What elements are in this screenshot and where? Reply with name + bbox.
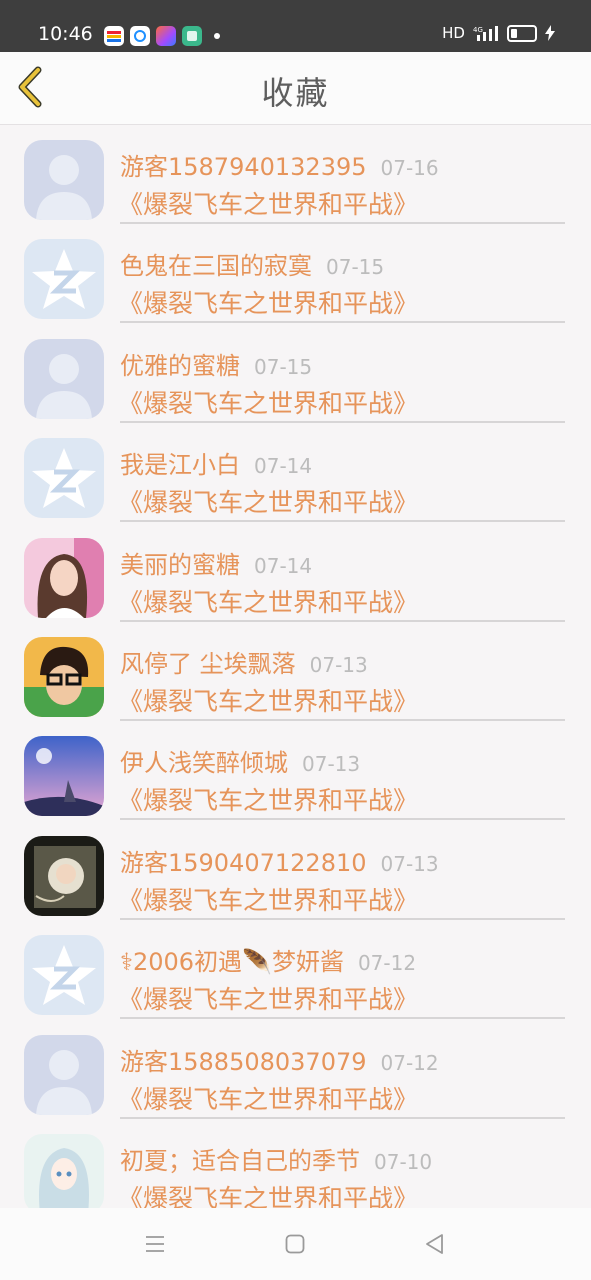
favorite-date: 07-16	[380, 156, 439, 180]
home-square-icon[interactable]	[283, 1232, 307, 1256]
app-header: 收藏	[0, 52, 591, 125]
game-title[interactable]: 《爆裂飞车之世界和平战》	[118, 682, 418, 718]
status-system-icons: HD 4G	[442, 24, 555, 42]
favorite-date: 07-15	[326, 255, 385, 280]
favorite-item[interactable]: 伊人浅笑醉倾城 07-13 《爆裂飞车之世界和平战》	[0, 721, 591, 821]
avatar[interactable]	[24, 1034, 104, 1115]
favorite-date: 07-15	[254, 354, 313, 379]
avatar[interactable]	[24, 537, 104, 618]
charging-bolt-icon	[545, 25, 555, 41]
avatar[interactable]	[24, 438, 104, 519]
user-name-text: 游客1587940132395	[120, 153, 367, 181]
game-title[interactable]: 《爆裂飞车之世界和平战》	[118, 284, 418, 320]
favorite-date: 07-13	[302, 752, 361, 777]
user-name: 美丽的蜜糖 07-14	[120, 545, 312, 580]
user-name-text: 游客1588508037079	[120, 1047, 367, 1076]
favorite-item[interactable]: 美丽的蜜糖 07-14 《爆裂飞车之世界和平战》	[0, 523, 591, 622]
favorite-item[interactable]: 色鬼在三国的寂寞 07-15 《爆裂飞车之世界和平战》	[0, 224, 591, 324]
user-name: 游客1587940132395 07-16	[120, 147, 439, 182]
favorite-item[interactable]: 游客1587940132395 07-16 《爆裂飞车之世界和平战》	[0, 125, 591, 224]
more-notifications-dot-icon	[214, 33, 220, 39]
game-title[interactable]: 《爆裂飞车之世界和平战》	[118, 781, 418, 817]
user-name: 游客1588508037079 07-12	[120, 1042, 439, 1077]
favorite-date: 07-13	[309, 652, 368, 677]
avatar[interactable]	[24, 338, 104, 419]
network-label: HD	[442, 24, 465, 42]
user-name-text: 初夏；适合自己的季节	[120, 1146, 360, 1175]
user-name: 色鬼在三国的寂寞 07-15	[120, 246, 384, 281]
favorite-date: 07-14	[254, 454, 313, 479]
favorite-item[interactable]: 优雅的蜜糖 07-15 《爆裂飞车之世界和平战》	[0, 324, 591, 423]
favorite-date: 07-14	[254, 553, 313, 578]
user-name-text: 游客1590407122810	[120, 848, 367, 877]
user-name-text: 优雅的蜜糖	[120, 351, 240, 380]
game-title[interactable]: 《爆裂飞车之世界和平战》	[118, 185, 418, 221]
battery-icon	[507, 24, 537, 42]
user-name-text: 风停了 尘埃飘落	[120, 649, 296, 678]
user-name-text: ⚕2006初遇🪶梦妍酱	[120, 948, 344, 977]
app-notification-icon	[182, 26, 202, 46]
favorite-date: 07-12	[380, 1050, 439, 1075]
page-title: 收藏	[261, 74, 330, 112]
user-name: 我是江小白 07-14	[120, 445, 312, 480]
avatar[interactable]	[24, 239, 104, 320]
game-title[interactable]: 《爆裂飞车之世界和平战》	[118, 881, 418, 917]
favorite-item[interactable]: 风停了 尘埃飘落 07-13 《爆裂飞车之世界和平战》	[0, 622, 591, 721]
user-name: 伊人浅笑醉倾城 07-13	[120, 743, 360, 778]
app-notification-icon	[104, 26, 124, 46]
avatar[interactable]	[24, 140, 104, 220]
user-name: ⚕2006初遇🪶梦妍酱 07-12	[120, 942, 416, 977]
favorite-item[interactable]: 初夏；适合自己的季节 07-10 《爆裂飞车之世界和平战》	[0, 1119, 591, 1208]
app-notification-icon	[130, 26, 150, 46]
game-title[interactable]: 《爆裂飞车之世界和平战》	[118, 1080, 418, 1116]
status-time: 10:46	[38, 23, 93, 45]
system-navigation-bar	[0, 1208, 591, 1280]
avatar[interactable]	[24, 935, 104, 1016]
user-name: 游客1590407122810 07-13	[120, 843, 439, 878]
menu-icon[interactable]	[143, 1232, 167, 1256]
favorite-date: 07-13	[380, 851, 439, 876]
favorites-list: 游客1587940132395 07-16 《爆裂飞车之世界和平战》 色鬼在三国的寂寞…	[0, 125, 591, 1208]
user-name: 优雅的蜜糖 07-15	[120, 346, 312, 381]
svg-text:4G: 4G	[473, 26, 483, 34]
favorite-item[interactable]: 游客1590407122810 07-13 《爆裂飞车之世界和平战》	[0, 821, 591, 920]
avatar[interactable]	[24, 1133, 104, 1208]
status-notification-icons	[104, 26, 220, 46]
favorite-date: 07-10	[374, 1149, 433, 1174]
favorite-item[interactable]: 游客1588508037079 07-12 《爆裂飞车之世界和平战》	[0, 1020, 591, 1119]
game-title[interactable]: 《爆裂飞车之世界和平战》	[118, 1179, 418, 1208]
game-title[interactable]: 《爆裂飞车之世界和平战》	[118, 384, 418, 420]
favorite-date: 07-12	[357, 951, 417, 976]
user-name-text: 我是江小白	[120, 451, 240, 480]
user-name: 风停了 尘埃飘落 07-13	[120, 644, 368, 679]
avatar[interactable]	[24, 835, 104, 916]
avatar[interactable]	[24, 636, 104, 717]
app-notification-icon	[156, 26, 176, 46]
back-triangle-icon[interactable]	[423, 1232, 447, 1256]
avatar[interactable]	[24, 736, 104, 817]
favorite-item[interactable]: 我是江小白 07-14 《爆裂飞车之世界和平战》	[0, 423, 591, 523]
game-title[interactable]: 《爆裂飞车之世界和平战》	[118, 583, 418, 619]
user-name-text: 美丽的蜜糖	[120, 550, 240, 579]
signal-icon: 4G	[473, 26, 498, 41]
game-title[interactable]: 《爆裂飞车之世界和平战》	[118, 980, 418, 1016]
user-name: 初夏；适合自己的季节 07-10	[120, 1141, 432, 1176]
status-bar: 10:46 HD 4G	[0, 0, 591, 52]
game-title[interactable]: 《爆裂飞车之世界和平战》	[118, 483, 418, 519]
user-name-text: 色鬼在三国的寂寞	[120, 252, 312, 281]
user-name-text: 伊人浅笑醉倾城	[120, 749, 288, 778]
favorite-item[interactable]: ⚕2006初遇🪶梦妍酱 07-12 《爆裂飞车之世界和平战》	[0, 920, 591, 1020]
